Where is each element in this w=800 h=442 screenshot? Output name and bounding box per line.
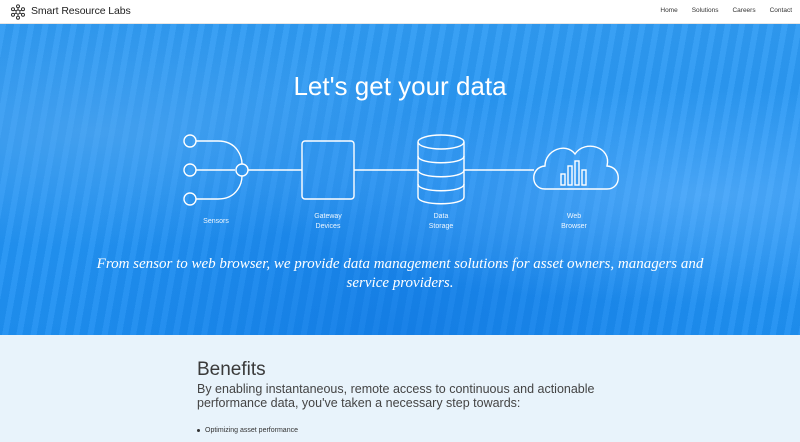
hexagon-network-logo[interactable] xyxy=(10,4,26,20)
cloud-chart-icon xyxy=(533,145,619,190)
list-item: Optimizing asset performance xyxy=(197,427,298,434)
nav-careers[interactable]: Careers xyxy=(732,7,755,14)
hero-section: Let's get your data Sensors Gateway Devi… xyxy=(0,24,800,335)
gateway-device-icon xyxy=(301,140,355,200)
benefits-heading: Benefits xyxy=(197,359,266,380)
nav-solutions[interactable]: Solutions xyxy=(692,7,719,14)
sensors-icon xyxy=(183,134,249,206)
top-nav-bar: Smart Resource Labs Home Solutions Caree… xyxy=(0,0,800,24)
bullet-icon xyxy=(197,428,200,432)
brand-name[interactable]: Smart Resource Labs xyxy=(31,5,131,17)
benefits-intro: By enabling instantaneous, remote access… xyxy=(197,382,595,410)
benefits-list: Optimizing asset performance xyxy=(197,427,298,434)
benefits-section: Benefits By enabling instantaneous, remo… xyxy=(0,335,800,442)
stage-label-sensors: Sensors xyxy=(203,218,229,225)
hero-tagline: From sensor to web browser, we provide d… xyxy=(96,256,704,291)
main-nav: Home Solutions Careers Contact xyxy=(646,7,792,14)
stage-label-gateway: Gateway Devices xyxy=(314,213,342,230)
stage-label-storage: Data Storage xyxy=(428,213,454,230)
benefit-text: Optimizing asset performance xyxy=(205,427,298,434)
nav-contact[interactable]: Contact xyxy=(770,7,792,14)
stage-label-browser: Web Browser xyxy=(561,213,587,230)
nav-home[interactable]: Home xyxy=(660,7,677,14)
database-icon xyxy=(417,134,465,205)
